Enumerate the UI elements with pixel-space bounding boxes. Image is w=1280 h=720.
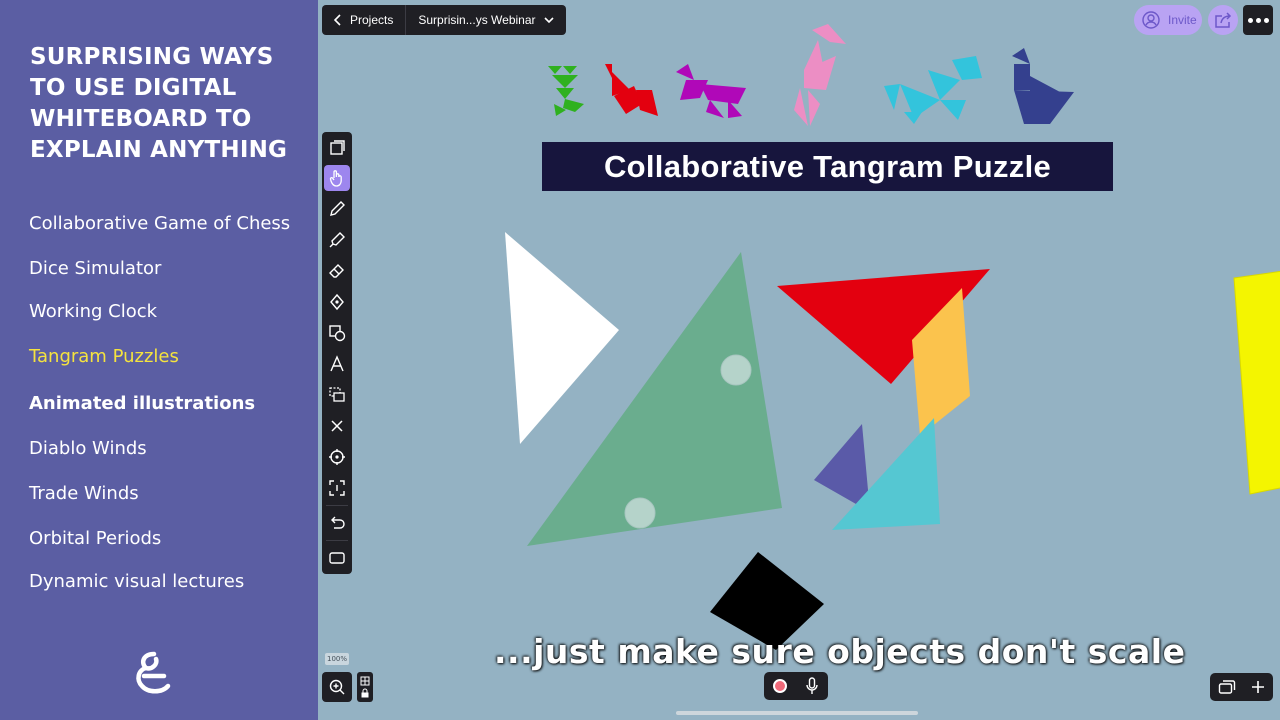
slide-controls bbox=[1210, 673, 1273, 701]
tangram-piece-yellow-square[interactable] bbox=[1233, 270, 1280, 495]
slides-button[interactable] bbox=[1218, 679, 1236, 695]
eraser-icon bbox=[329, 264, 344, 278]
project-name-dropdown[interactable]: Surprisin...ys Webinar bbox=[405, 5, 565, 35]
slide-icon bbox=[329, 552, 345, 564]
chevron-down-icon bbox=[543, 16, 554, 23]
add-slide-button[interactable] bbox=[1251, 680, 1265, 694]
grid-icon bbox=[360, 676, 370, 686]
delete-icon bbox=[331, 420, 343, 432]
explain-everything-logo-icon bbox=[136, 651, 171, 694]
topic-item: Working Clock bbox=[29, 301, 158, 322]
home-indicator bbox=[676, 711, 918, 715]
user-icon bbox=[1142, 11, 1160, 29]
project-breadcrumb: Projects Surprisin...ys Webinar bbox=[322, 5, 566, 35]
tangram-figure-green[interactable] bbox=[548, 66, 584, 116]
invite-button[interactable]: Invite bbox=[1134, 5, 1202, 35]
tangram-figure-red[interactable] bbox=[605, 64, 658, 116]
topic-item: Orbital Periods bbox=[29, 528, 162, 549]
video-caption: ...just make sure objects don't scale bbox=[494, 632, 1186, 671]
topic-item: Animated illustrations bbox=[29, 393, 256, 414]
eraser-tool[interactable] bbox=[324, 258, 350, 284]
invite-label: Invite bbox=[1168, 13, 1197, 27]
rotation-handle[interactable] bbox=[720, 354, 752, 386]
slide-title-banner[interactable]: Collaborative Tangram Puzzle bbox=[542, 142, 1113, 191]
toolbar-divider bbox=[326, 540, 348, 541]
microphone-button[interactable] bbox=[805, 677, 819, 695]
projects-button[interactable]: Projects bbox=[322, 5, 405, 35]
pen-icon bbox=[330, 201, 345, 216]
whiteboard-canvas[interactable] bbox=[318, 0, 1280, 720]
text-icon bbox=[330, 355, 344, 372]
laser-pointer-icon bbox=[329, 449, 345, 465]
highlighter-tool[interactable] bbox=[324, 227, 350, 253]
tangram-figure-magenta[interactable] bbox=[676, 64, 746, 118]
rotation-handle[interactable] bbox=[624, 497, 656, 529]
project-name: Surprisin...ys Webinar bbox=[418, 13, 536, 27]
recording-controls bbox=[764, 672, 828, 700]
undo-button[interactable] bbox=[324, 510, 350, 536]
tools-toolbar bbox=[322, 132, 352, 574]
projects-label: Projects bbox=[350, 13, 394, 27]
topic-item: Collaborative Game of Chess bbox=[29, 213, 291, 234]
share-icon bbox=[1215, 12, 1232, 28]
clone-icon bbox=[329, 387, 345, 402]
hand-icon bbox=[329, 170, 342, 187]
topic-item: Dice Simulator bbox=[29, 258, 162, 279]
tangram-drawing bbox=[505, 24, 1280, 650]
lock-icon bbox=[361, 688, 369, 698]
delete-tool[interactable] bbox=[324, 413, 350, 439]
record-icon[interactable] bbox=[773, 679, 787, 693]
zoom-icon bbox=[329, 679, 345, 695]
select-icon bbox=[330, 140, 345, 155]
tangram-figure-cyan[interactable] bbox=[884, 56, 982, 124]
zoom-level-label: 100% bbox=[325, 653, 349, 665]
topic-item-active: Tangram Puzzles bbox=[29, 346, 179, 367]
shapes-icon bbox=[329, 325, 346, 342]
text-tool[interactable] bbox=[324, 351, 350, 377]
select-tool[interactable] bbox=[324, 135, 350, 161]
add-slide-icon bbox=[1252, 681, 1265, 693]
microphone-icon bbox=[806, 677, 818, 694]
focus-tool[interactable] bbox=[324, 475, 350, 501]
slides-icon bbox=[1218, 680, 1235, 694]
tangram-piece-white-triangle[interactable] bbox=[505, 232, 619, 444]
fill-tool[interactable] bbox=[324, 289, 350, 315]
shapes-tool[interactable] bbox=[324, 320, 350, 346]
slide-settings-button[interactable] bbox=[324, 545, 350, 571]
more-dots-icon bbox=[1247, 17, 1253, 23]
toolbar-divider bbox=[326, 505, 348, 506]
zoom-button[interactable] bbox=[322, 672, 352, 702]
clone-tool[interactable] bbox=[324, 382, 350, 408]
canvas-lock-button[interactable] bbox=[357, 672, 373, 702]
fill-icon bbox=[330, 293, 344, 311]
chevron-left-icon bbox=[334, 14, 341, 26]
hand-tool[interactable] bbox=[324, 165, 350, 191]
share-button[interactable] bbox=[1208, 5, 1238, 35]
tangram-figure-pink[interactable] bbox=[794, 24, 846, 126]
topic-item: Dynamic visual lectures bbox=[29, 571, 245, 592]
undo-icon bbox=[331, 516, 345, 529]
slide-info-panel: SURPRISING WAYS TO USE DIGITAL WHITEBOAR… bbox=[0, 0, 318, 720]
laser-pointer-tool[interactable] bbox=[324, 444, 350, 470]
topic-item: Trade Winds bbox=[29, 483, 139, 504]
pen-tool[interactable] bbox=[324, 196, 350, 222]
panel-title: SURPRISING WAYS TO USE DIGITAL WHITEBOAR… bbox=[30, 44, 288, 163]
focus-icon bbox=[329, 480, 345, 496]
tangram-figure-navy[interactable] bbox=[1012, 48, 1074, 124]
highlighter-icon bbox=[329, 232, 345, 248]
topic-item: Diablo Winds bbox=[29, 438, 147, 459]
more-options-button[interactable] bbox=[1243, 5, 1273, 35]
